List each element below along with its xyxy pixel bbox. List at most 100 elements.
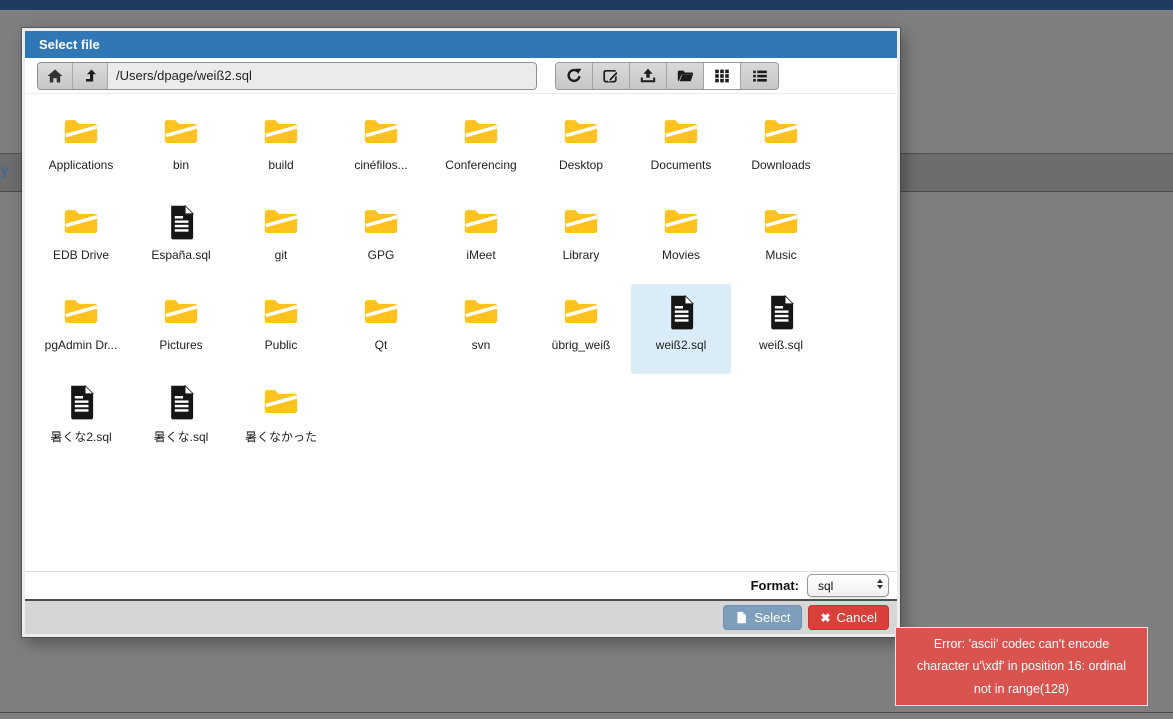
folder-icon bbox=[162, 296, 201, 328]
folder-icon bbox=[762, 206, 801, 238]
folder-icon bbox=[462, 116, 501, 148]
folder-item[interactable]: Qt bbox=[331, 284, 431, 374]
folder-item[interactable]: Applications bbox=[31, 104, 131, 194]
folder-item[interactable]: bin bbox=[131, 104, 231, 194]
file-label: Movies bbox=[662, 248, 700, 262]
top-navbar bbox=[0, 0, 1173, 10]
folder-icon bbox=[62, 206, 101, 238]
folder-item[interactable]: Public bbox=[231, 284, 331, 374]
cancel-button[interactable]: ✖ Cancel bbox=[808, 605, 889, 630]
file-label: bin bbox=[173, 158, 189, 172]
file-icon bbox=[166, 384, 197, 421]
format-label: Format: bbox=[751, 578, 799, 593]
folder-icon bbox=[562, 206, 601, 238]
folder-item[interactable]: svn bbox=[431, 284, 531, 374]
file-item[interactable]: weiß2.sql bbox=[631, 284, 731, 374]
file-label: EDB Drive bbox=[53, 248, 109, 262]
folder-icon bbox=[562, 296, 601, 328]
file-label: 暑くなかった bbox=[245, 428, 317, 445]
dialog-titlebar[interactable]: Select file bbox=[25, 31, 897, 58]
folder-icon bbox=[62, 116, 101, 148]
file-label: pgAdmin Dr... bbox=[45, 338, 118, 352]
file-label: Desktop bbox=[559, 158, 603, 172]
background-partial-text: y bbox=[1, 162, 9, 179]
folder-item[interactable]: Library bbox=[531, 194, 631, 284]
folder-item[interactable]: build bbox=[231, 104, 331, 194]
file-item[interactable]: weiß.sql bbox=[731, 284, 831, 374]
home-button[interactable] bbox=[38, 63, 73, 89]
file-label: Qt bbox=[375, 338, 388, 352]
folder-item[interactable]: Desktop bbox=[531, 104, 631, 194]
folder-icon bbox=[462, 296, 501, 328]
folder-item[interactable]: EDB Drive bbox=[31, 194, 131, 284]
refresh-icon bbox=[566, 68, 582, 84]
refresh-button[interactable] bbox=[556, 63, 593, 89]
file-label: svn bbox=[472, 338, 491, 352]
file-label: 暑くな.sql bbox=[154, 428, 209, 445]
file-icon bbox=[766, 294, 797, 331]
file-label: git bbox=[275, 248, 288, 262]
folder-item[interactable]: Music bbox=[731, 194, 831, 284]
file-label: GPG bbox=[368, 248, 395, 262]
file-item[interactable]: 暑くな2.sql bbox=[31, 374, 131, 464]
folder-icon bbox=[362, 296, 401, 328]
close-icon: ✖ bbox=[820, 612, 830, 624]
folder-item[interactable]: pgAdmin Dr... bbox=[31, 284, 131, 374]
folder-item[interactable]: GPG bbox=[331, 194, 431, 284]
dialog-title: Select file bbox=[39, 37, 100, 52]
format-value: sql bbox=[818, 579, 833, 593]
folder-item[interactable]: git bbox=[231, 194, 331, 284]
folder-item[interactable]: Downloads bbox=[731, 104, 831, 194]
format-select[interactable]: sql bbox=[807, 574, 889, 597]
file-label: weiß.sql bbox=[759, 338, 803, 352]
up-directory-button[interactable] bbox=[73, 63, 108, 89]
folder-icon bbox=[162, 116, 201, 148]
file-icon bbox=[666, 294, 697, 331]
file-label: Documents bbox=[651, 158, 712, 172]
file-label: iMeet bbox=[466, 248, 495, 262]
file-icon bbox=[735, 610, 748, 625]
folder-item[interactable]: Conferencing bbox=[431, 104, 531, 194]
dialog-footer: Select ✖ Cancel bbox=[25, 599, 897, 634]
list-view-button[interactable] bbox=[741, 63, 778, 89]
upload-button[interactable] bbox=[630, 63, 667, 89]
folder-icon bbox=[362, 206, 401, 238]
file-label: España.sql bbox=[151, 248, 210, 262]
file-item[interactable]: España.sql bbox=[131, 194, 231, 284]
folder-item[interactable]: cinéfilos... bbox=[331, 104, 431, 194]
file-label: Library bbox=[563, 248, 600, 262]
file-item[interactable]: 暑くな.sql bbox=[131, 374, 231, 464]
path-bar bbox=[37, 62, 537, 90]
file-label: Pictures bbox=[159, 338, 202, 352]
grid-view-icon bbox=[714, 68, 730, 84]
folder-item[interactable]: übrig_weiß bbox=[531, 284, 631, 374]
file-label: Public bbox=[265, 338, 298, 352]
select-button[interactable]: Select bbox=[723, 605, 802, 630]
file-label: Music bbox=[765, 248, 796, 262]
toolbar-button-group bbox=[555, 62, 779, 90]
folder-item[interactable]: Pictures bbox=[131, 284, 231, 374]
file-icon bbox=[166, 204, 197, 241]
file-label: Conferencing bbox=[445, 158, 516, 172]
error-toast-text: Error: 'ascii' codec can't encode charac… bbox=[910, 633, 1133, 701]
rename-button[interactable] bbox=[593, 63, 630, 89]
path-input[interactable] bbox=[108, 63, 536, 89]
home-icon bbox=[47, 68, 63, 84]
file-label: build bbox=[268, 158, 293, 172]
folder-icon bbox=[262, 386, 301, 418]
folder-icon bbox=[362, 116, 401, 148]
folder-item[interactable]: 暑くなかった bbox=[231, 374, 331, 464]
folder-item[interactable]: iMeet bbox=[431, 194, 531, 284]
folder-icon bbox=[562, 116, 601, 148]
folder-item[interactable]: Movies bbox=[631, 194, 731, 284]
folder-icon bbox=[62, 296, 101, 328]
background-bottom-line bbox=[0, 712, 1173, 713]
open-folder-button[interactable] bbox=[667, 63, 704, 89]
error-toast[interactable]: Error: 'ascii' codec can't encode charac… bbox=[895, 627, 1148, 706]
folder-icon bbox=[262, 206, 301, 238]
format-row: Format: sql bbox=[25, 571, 897, 599]
folder-icon bbox=[262, 116, 301, 148]
grid-view-button[interactable] bbox=[704, 63, 741, 89]
folder-item[interactable]: Documents bbox=[631, 104, 731, 194]
file-label: Applications bbox=[49, 158, 114, 172]
